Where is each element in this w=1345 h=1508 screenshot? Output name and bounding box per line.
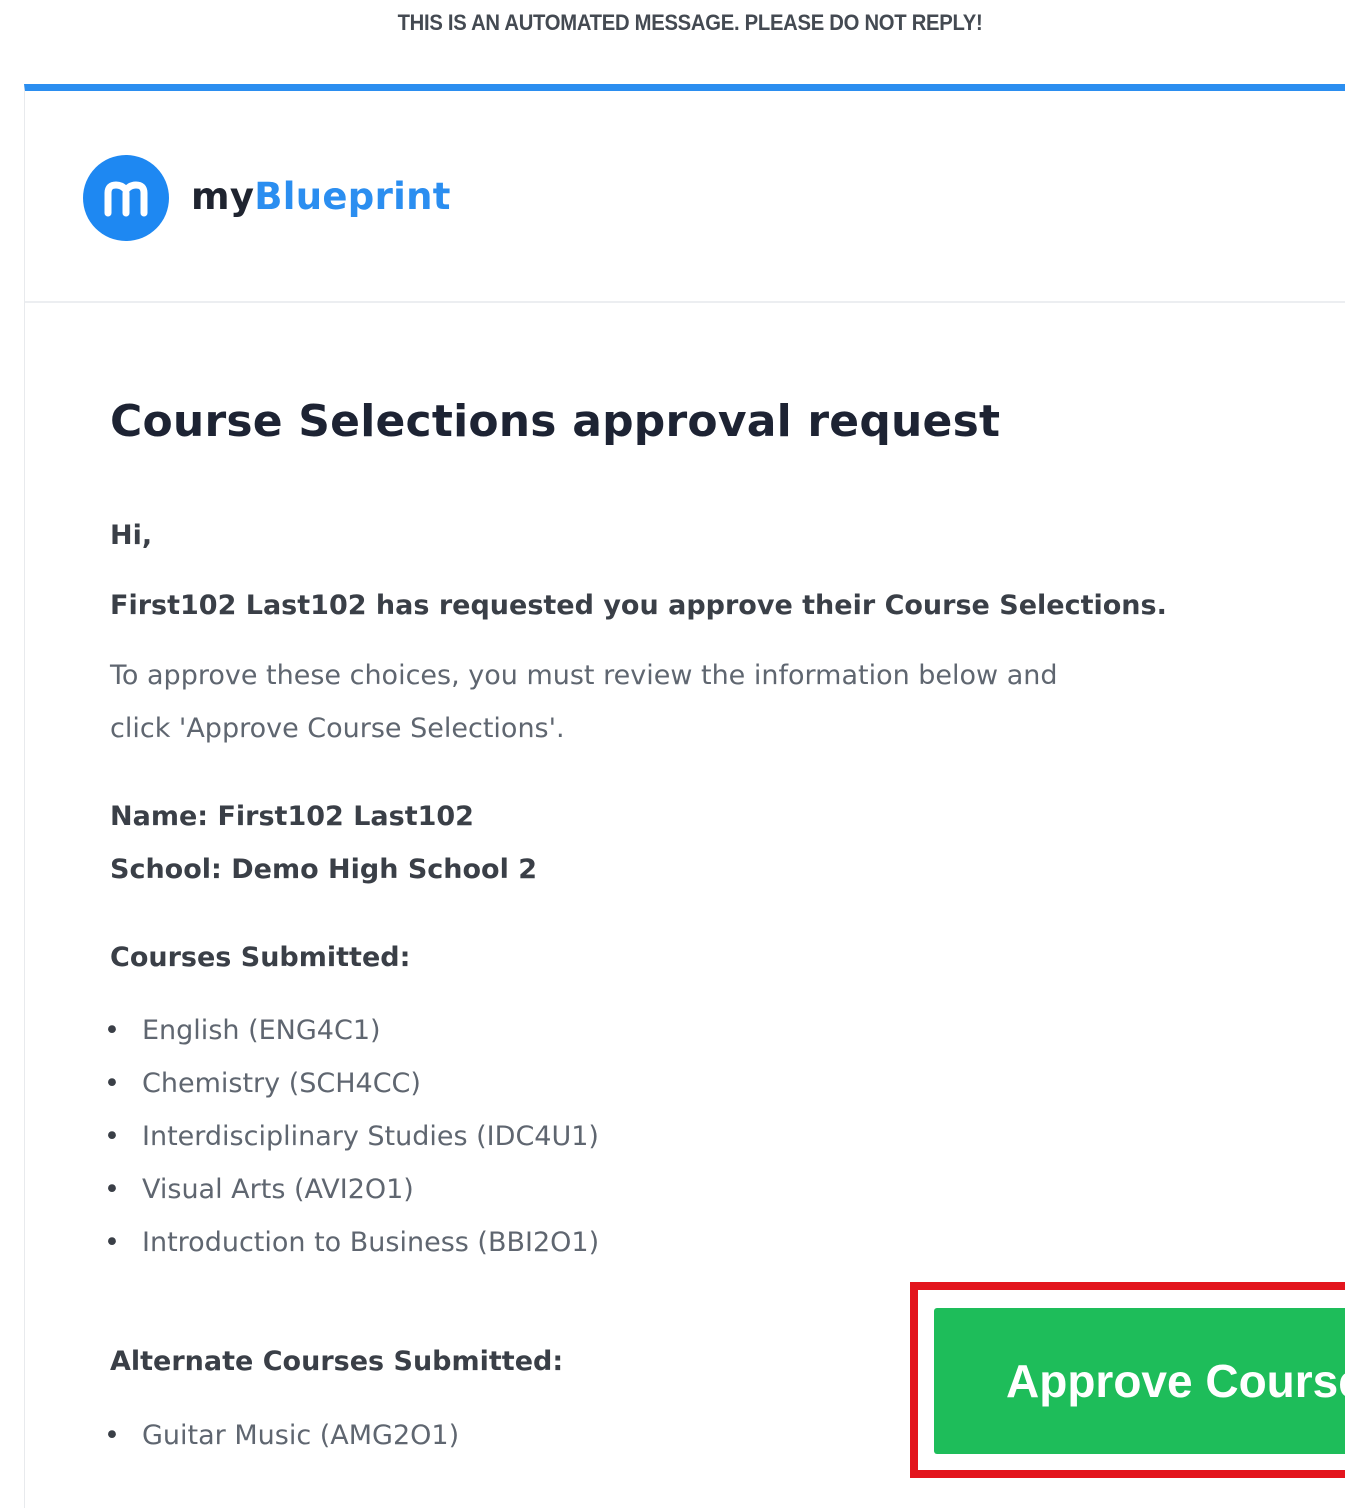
list-item: • Visual Arts (AVI2O1) <box>104 1174 414 1205</box>
email-title: Course Selections approval request <box>110 396 1001 447</box>
student-school: School: Demo High School 2 <box>110 854 538 885</box>
brand-name-my: my <box>191 175 255 218</box>
courses-submitted-label: Courses Submitted: <box>110 942 411 973</box>
course-label: Guitar Music (AMG2O1) <box>142 1420 460 1451</box>
courses-list: • English (ENG4C1) • Chemistry (SCH4CC) • I… <box>104 1004 599 1269</box>
course-label: Introduction to Business (BBI2O1) <box>142 1227 600 1258</box>
list-item: • Chemistry (SCH4CC) <box>104 1068 421 1099</box>
course-label: Visual Arts (AVI2O1) <box>142 1174 414 1205</box>
list-item: • Interdisciplinary Studies (IDC4U1) <box>104 1121 599 1152</box>
course-label: English (ENG4C1) <box>142 1015 381 1046</box>
m-logo-icon <box>83 155 169 241</box>
instruction-line-1: To approve these choices, you must revie… <box>110 660 1058 691</box>
alternate-courses-list: • Guitar Music (AMG2O1) <box>104 1409 459 1462</box>
email-header: myBlueprint <box>25 91 1345 303</box>
instruction-line-2: click 'Approve Course Selections'. <box>110 713 565 744</box>
automated-notice: THIS IS AN AUTOMATED MESSAGE. PLEASE DO … <box>397 10 983 35</box>
alternate-courses-label: Alternate Courses Submitted: <box>110 1346 564 1377</box>
course-label: Interdisciplinary Studies (IDC4U1) <box>142 1121 599 1152</box>
brand-name: myBlueprint <box>191 175 451 218</box>
email-page: THIS IS AN AUTOMATED MESSAGE. PLEASE DO … <box>0 0 1345 1508</box>
list-item: • Guitar Music (AMG2O1) <box>104 1420 460 1451</box>
approve-course-selections-button[interactable]: Approve Course <box>934 1308 1345 1454</box>
list-item: • Introduction to Business (BBI2O1) <box>104 1227 600 1258</box>
request-line: First102 Last102 has requested you appro… <box>110 590 1167 621</box>
course-label: Chemistry (SCH4CC) <box>142 1068 421 1099</box>
brand-name-blueprint: Blueprint <box>254 175 451 218</box>
list-item: • English (ENG4C1) <box>104 1015 381 1046</box>
greeting: Hi, <box>110 520 153 551</box>
student-name: Name: First102 Last102 <box>110 801 474 832</box>
